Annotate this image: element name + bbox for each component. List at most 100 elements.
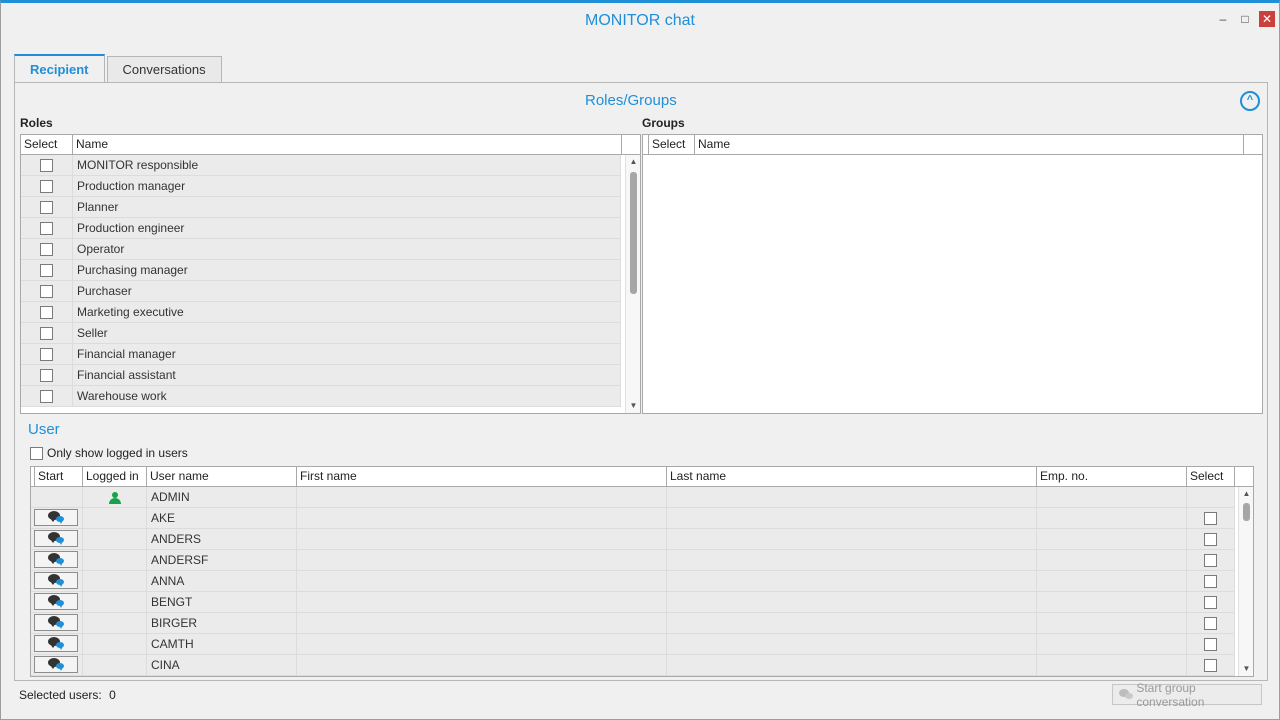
roles-scrollbar[interactable]: ▲ ▼	[625, 155, 640, 413]
user-select-cell[interactable]	[1187, 529, 1235, 549]
role-row[interactable]: Financial manager	[21, 344, 621, 365]
user-select-cell[interactable]	[1187, 592, 1235, 612]
user-row[interactable]: BIRGER	[31, 613, 1235, 634]
role-select-cell[interactable]	[21, 155, 73, 175]
minimize-button[interactable]: –	[1215, 11, 1231, 27]
user-select-checkbox[interactable]	[1204, 575, 1217, 589]
role-checkbox[interactable]	[40, 327, 53, 341]
users-col-first-name[interactable]: First name	[297, 467, 667, 487]
tab-conversations[interactable]: Conversations	[106, 56, 222, 82]
users-col-last-name[interactable]: Last name	[667, 467, 1037, 487]
user-select-checkbox[interactable]	[1204, 617, 1217, 631]
chevron-up-icon[interactable]: ^	[1240, 91, 1260, 111]
role-select-cell[interactable]	[21, 365, 73, 385]
roles-scroll-thumb[interactable]	[630, 172, 637, 294]
role-select-cell[interactable]	[21, 323, 73, 343]
user-select-checkbox[interactable]	[1204, 512, 1217, 526]
start-chat-button[interactable]	[34, 509, 78, 526]
start-chat-button[interactable]	[34, 635, 78, 652]
user-row[interactable]: CAMTH	[31, 634, 1235, 655]
user-row[interactable]: ANNA	[31, 571, 1235, 592]
role-checkbox[interactable]	[40, 285, 53, 299]
role-checkbox[interactable]	[40, 222, 53, 236]
users-col-emp-no[interactable]: Emp. no.	[1037, 467, 1187, 487]
role-select-cell[interactable]	[21, 281, 73, 301]
start-chat-button[interactable]	[34, 656, 78, 673]
scroll-up-icon[interactable]: ▲	[1239, 487, 1253, 501]
role-checkbox[interactable]	[40, 390, 53, 404]
role-select-cell[interactable]	[21, 386, 73, 406]
user-select-cell[interactable]	[1187, 571, 1235, 591]
users-scroll-thumb[interactable]	[1243, 503, 1250, 521]
role-select-cell[interactable]	[21, 218, 73, 238]
users-col-user-name[interactable]: User name	[147, 467, 297, 487]
role-select-cell[interactable]	[21, 176, 73, 196]
only-logged-in-checkbox[interactable]	[30, 446, 43, 460]
user-first-name	[297, 592, 667, 612]
user-row[interactable]: ANDERSF	[31, 550, 1235, 571]
role-row[interactable]: Production manager	[21, 176, 621, 197]
role-checkbox[interactable]	[40, 306, 53, 320]
role-row[interactable]: Warehouse work	[21, 386, 621, 407]
role-row[interactable]: Production engineer	[21, 218, 621, 239]
role-select-cell[interactable]	[21, 260, 73, 280]
role-checkbox[interactable]	[40, 159, 53, 173]
role-checkbox[interactable]	[40, 369, 53, 383]
role-checkbox[interactable]	[40, 180, 53, 194]
role-select-cell[interactable]	[21, 197, 73, 217]
only-logged-in-toggle[interactable]: Only show logged in users	[30, 446, 188, 460]
role-select-cell[interactable]	[21, 302, 73, 322]
start-chat-button[interactable]	[34, 530, 78, 547]
role-row[interactable]: Marketing executive	[21, 302, 621, 323]
start-chat-button[interactable]	[34, 593, 78, 610]
close-button[interactable]: ✕	[1259, 11, 1275, 27]
users-col-start[interactable]: Start	[35, 467, 83, 487]
role-row[interactable]: Operator	[21, 239, 621, 260]
user-select-checkbox[interactable]	[1204, 638, 1217, 652]
role-row[interactable]: Seller	[21, 323, 621, 344]
role-checkbox[interactable]	[40, 264, 53, 278]
groups-col-select[interactable]: Select	[649, 135, 695, 155]
start-group-conversation-button[interactable]: Start group conversation	[1112, 681, 1262, 709]
start-chat-button[interactable]	[34, 572, 78, 589]
role-select-cell[interactable]	[21, 239, 73, 259]
users-scrollbar[interactable]: ▲ ▼	[1238, 487, 1253, 676]
start-chat-button[interactable]	[34, 614, 78, 631]
user-row[interactable]: ANDERS	[31, 529, 1235, 550]
user-row[interactable]: BENGT	[31, 592, 1235, 613]
scroll-down-icon[interactable]: ▼	[626, 399, 640, 413]
role-checkbox[interactable]	[40, 201, 53, 215]
user-row[interactable]: ADMIN	[31, 487, 1235, 508]
user-logged-in-cell	[83, 571, 147, 591]
role-checkbox[interactable]	[40, 348, 53, 362]
role-row[interactable]: Financial assistant	[21, 365, 621, 386]
user-select-cell[interactable]	[1187, 487, 1235, 507]
maximize-button[interactable]: □	[1237, 11, 1253, 27]
role-row[interactable]: Purchasing manager	[21, 260, 621, 281]
user-select-cell[interactable]	[1187, 634, 1235, 654]
start-chat-button[interactable]	[34, 551, 78, 568]
scroll-up-icon[interactable]: ▲	[626, 155, 640, 169]
roles-col-select[interactable]: Select	[21, 135, 73, 155]
role-row[interactable]: MONITOR responsible	[21, 155, 621, 176]
user-row[interactable]: CINA	[31, 655, 1235, 676]
role-select-cell[interactable]	[21, 344, 73, 364]
role-row[interactable]: Planner	[21, 197, 621, 218]
groups-col-name[interactable]: Name	[695, 135, 1244, 155]
user-select-cell[interactable]	[1187, 613, 1235, 633]
users-col-logged-in[interactable]: Logged in	[83, 467, 147, 487]
roles-col-name[interactable]: Name	[73, 135, 622, 155]
user-select-cell[interactable]	[1187, 508, 1235, 528]
user-select-checkbox[interactable]	[1204, 659, 1217, 673]
user-select-checkbox[interactable]	[1204, 533, 1217, 547]
scroll-down-icon[interactable]: ▼	[1239, 662, 1253, 676]
role-row[interactable]: Purchaser	[21, 281, 621, 302]
users-col-select[interactable]: Select	[1187, 467, 1235, 487]
user-select-checkbox[interactable]	[1204, 596, 1217, 610]
user-select-cell[interactable]	[1187, 655, 1235, 675]
user-select-checkbox[interactable]	[1204, 554, 1217, 568]
user-row[interactable]: AKE	[31, 508, 1235, 529]
role-checkbox[interactable]	[40, 243, 53, 257]
tab-recipient[interactable]: Recipient	[14, 54, 105, 83]
user-select-cell[interactable]	[1187, 550, 1235, 570]
